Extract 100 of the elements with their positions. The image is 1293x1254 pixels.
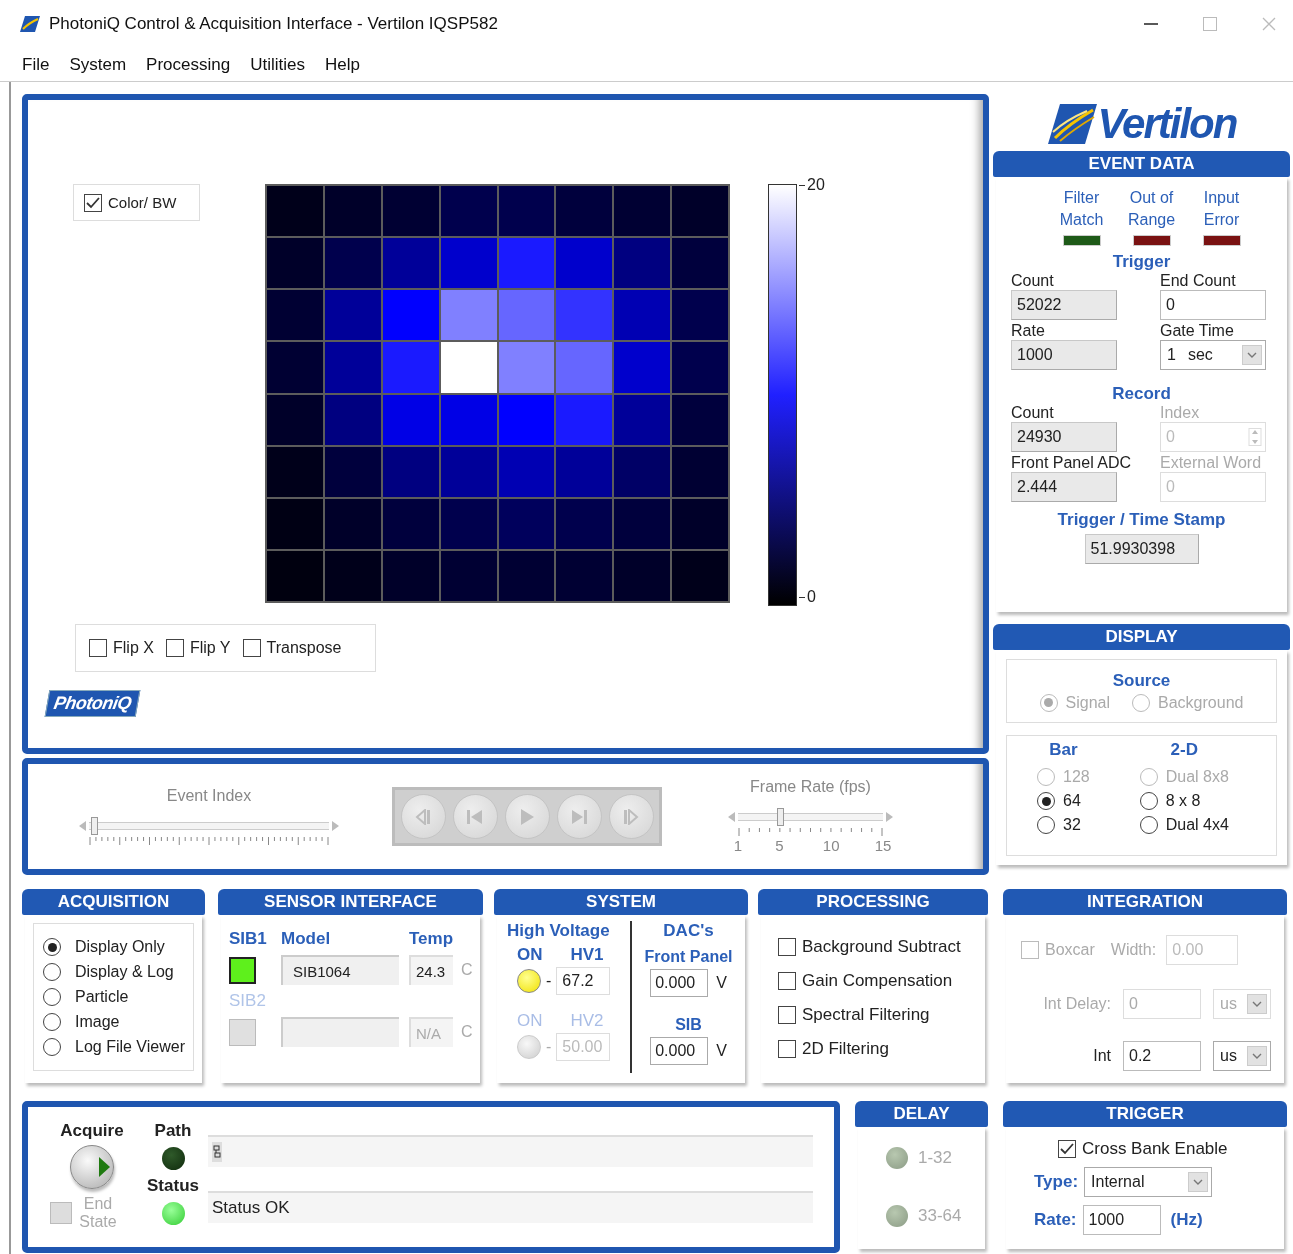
checkbox[interactable] (84, 193, 102, 212)
checkbox[interactable] (778, 938, 796, 956)
checkbox[interactable] (89, 639, 107, 657)
field-label: Rate: (1034, 1210, 1077, 1230)
skip-to-start-icon (467, 808, 483, 825)
dropdown[interactable]: 1 sec (1160, 340, 1266, 370)
flag-label: Input Error (1202, 188, 1241, 230)
heatmap-cell (324, 238, 381, 289)
heatmap-cell (324, 446, 381, 497)
heatmap-cell (498, 446, 555, 497)
radio-button[interactable] (1139, 792, 1158, 810)
checkbox[interactable] (778, 972, 796, 990)
separator-label: - (546, 972, 552, 990)
heatmap-cell (267, 342, 323, 393)
radio-button[interactable] (43, 1038, 61, 1056)
checkbox-label: Color/ BW (108, 194, 177, 211)
value-display: 67.2 (556, 967, 611, 995)
logo: Vertilon (1097, 99, 1237, 148)
value-display: N/A (409, 1017, 453, 1047)
caret-icon (1188, 1172, 1209, 1192)
group-heading: Record (1111, 384, 1172, 404)
menu-item[interactable]: File (22, 54, 50, 75)
column-header: ON (517, 945, 543, 965)
heatmap-cell (382, 394, 439, 445)
spinner-arrows-icon (1248, 428, 1262, 446)
heatmap-cell (324, 550, 381, 601)
caret-icon (1242, 345, 1262, 365)
heatmap-cell (498, 186, 555, 237)
radio-button[interactable] (43, 938, 61, 956)
input-field[interactable]: 0.000 (650, 1037, 709, 1065)
radio-button[interactable] (43, 988, 61, 1006)
slider-label: Event Index (166, 787, 252, 805)
checkbox[interactable] (165, 639, 184, 657)
caret-icon (1247, 1046, 1267, 1066)
slider-thumb[interactable] (90, 817, 98, 835)
heatmap-cell (382, 290, 439, 341)
heatmap-cell (440, 342, 497, 393)
group-heading: High Voltage (507, 921, 611, 941)
radio-button[interactable] (1139, 816, 1158, 834)
heatmap-cell (614, 186, 671, 237)
indicator-label: Path (154, 1121, 192, 1141)
menu-item[interactable]: Utilities (250, 54, 305, 75)
radio-button[interactable] (1037, 792, 1055, 810)
checkbox[interactable] (1058, 1140, 1076, 1158)
heatmap-cell (498, 290, 555, 341)
heatmap-cell (556, 498, 613, 549)
heatmap-cell (382, 446, 439, 497)
step-forward-icon (623, 808, 639, 825)
arrow-right-icon (331, 820, 340, 832)
field-label: Type: (1034, 1172, 1079, 1192)
heatmap-cell (324, 290, 381, 341)
heatmap-cell (382, 238, 439, 289)
field-label: Width: (1110, 941, 1157, 959)
heatmap-cell (382, 186, 439, 237)
board-label: SIB1 (229, 929, 268, 949)
dropdown[interactable]: us (1213, 1041, 1271, 1071)
section-header: DISPLAY (993, 624, 1290, 650)
acquire-button[interactable] (70, 1145, 114, 1189)
radio-button[interactable] (43, 963, 61, 981)
flag-label: Out of Range (1126, 188, 1177, 230)
heatmap-cell (382, 550, 439, 601)
window-title: PhotoniQ Control & Acquisition Interface - Vertilon IQSP582 (49, 14, 498, 34)
input-field[interactable]: 0.2 (1123, 1041, 1201, 1071)
path-field[interactable] (208, 1135, 813, 1167)
indicator-light (886, 1147, 908, 1169)
tick-label: 15 (874, 837, 892, 854)
field-label: Count (1011, 272, 1055, 290)
heatmap-cell (267, 550, 323, 601)
checkbox-label: Gain Compensation (802, 971, 953, 991)
heatmap-cell (672, 342, 728, 393)
arrow-right-icon (885, 811, 894, 823)
menu-item[interactable]: Processing (146, 54, 231, 75)
section-header: SYSTEM (494, 889, 748, 915)
input-field[interactable]: 0 (1160, 290, 1266, 320)
radio-label: Display & Log (75, 963, 174, 981)
slider-label: Frame Rate (fps) (750, 778, 871, 796)
checkbox[interactable] (242, 639, 261, 657)
checkbox-label: Background Subtract (802, 937, 961, 957)
heatmap-cell (324, 394, 381, 445)
radio-label: Dual 4x4 (1165, 816, 1229, 834)
radio-button[interactable] (1037, 816, 1055, 834)
section-header: ACQUISITION (22, 889, 205, 915)
menu-item[interactable]: Help (325, 54, 360, 75)
dropdown[interactable]: Internal (1084, 1167, 1213, 1197)
column-header: Temp (409, 929, 455, 949)
value-display: 52022 (1011, 290, 1117, 320)
indicator-light (886, 1205, 908, 1227)
heatmap-cell (267, 186, 323, 237)
input-field[interactable]: 1000 (1082, 1205, 1161, 1235)
heatmap-cell (614, 394, 671, 445)
arrow-icon (99, 1157, 110, 1177)
input-field[interactable]: 0.000 (650, 969, 709, 997)
slider-thumb[interactable] (777, 808, 785, 826)
heatmap-cell (382, 498, 439, 549)
heatmap-cell (267, 290, 323, 341)
menu-item[interactable]: System (69, 54, 127, 75)
radio-button[interactable] (43, 1013, 61, 1031)
heatmap-cell (498, 238, 555, 289)
checkbox[interactable] (778, 1006, 796, 1024)
checkbox[interactable] (778, 1040, 796, 1058)
